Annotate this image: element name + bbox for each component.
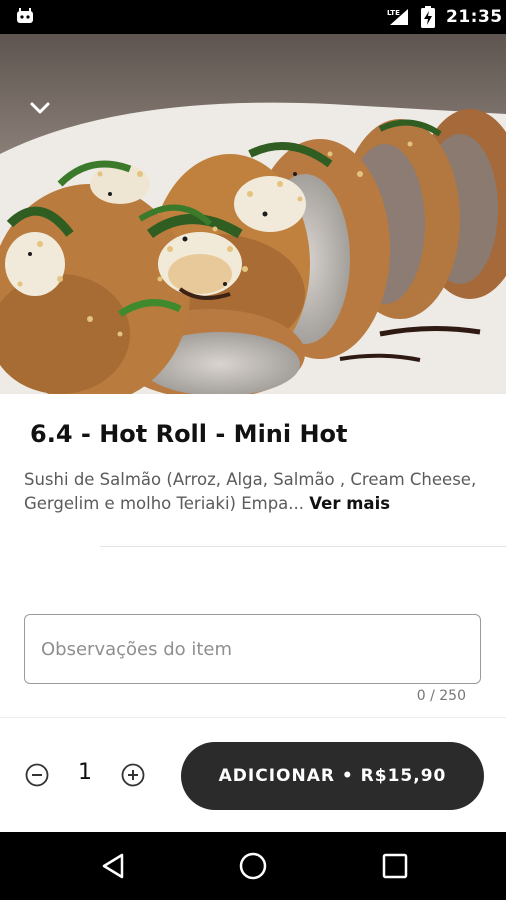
notes-input[interactable] [39,615,463,684]
product-title: 6.4 - Hot Roll - Mini Hot [30,420,348,448]
lte-signal-icon: LTE [387,9,408,25]
back-triangle-icon[interactable] [100,852,128,880]
quantity-value: 1 [78,760,92,785]
recent-square-icon[interactable] [382,853,408,879]
product-description: Sushi de Salmão (Arroz, Alga, Salmão , C… [24,468,489,516]
divider [100,546,506,547]
status-bar: LTE 21:35 [0,0,506,34]
battery-charging-icon [421,6,435,28]
svg-text:LTE: LTE [387,9,400,17]
char-counter: 0 / 250 [416,688,466,704]
description-text: Sushi de Salmão (Arroz, Alga, Salmão , C… [24,470,477,513]
product-image [0,34,506,394]
hot-roll-sushi-photo [0,34,506,394]
home-circle-icon[interactable] [238,851,268,881]
minus-circle-icon[interactable] [25,763,49,787]
android-notification-icon [17,8,33,23]
add-to-cart-button[interactable]: ADICIONAR • R$15,90 [181,742,484,810]
plus-circle-icon[interactable] [121,763,145,787]
notes-field[interactable] [24,614,481,684]
clock: 21:35 [446,7,503,27]
divider [0,717,506,718]
navigation-bar [0,832,506,900]
chevron-down-icon[interactable] [24,94,56,122]
see-more-link[interactable]: Ver mais [309,494,390,513]
